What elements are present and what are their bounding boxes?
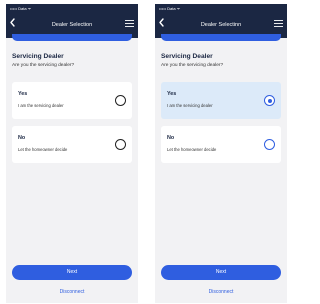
option-description-no: Let the homeowner decide [167, 147, 217, 152]
radio-button-no[interactable] [115, 139, 126, 150]
navigation-bar: ••••• Data ᯤ Dealer Selectinn [155, 4, 287, 38]
navigation-bar: ••••• Data ᯤ Dealer Selection [6, 4, 138, 38]
phone-screen-selected: ••••• Data ᯤ Dealer Selectinn Servicing … [155, 4, 287, 303]
question-text: Are you the servicing dealer? [161, 63, 224, 68]
section-heading: Servicing Dealer [161, 53, 213, 60]
option-title-yes: Yes [167, 91, 177, 97]
option-card-yes[interactable]: Yes I am the servicing dealer [12, 82, 132, 119]
option-title-yes: Yes [18, 91, 28, 97]
disconnect-link[interactable]: Disconnect [155, 289, 287, 296]
page-title: Dealer Selection [51, 22, 93, 28]
radio-button-yes[interactable] [264, 95, 275, 106]
option-card-yes[interactable]: Yes I am the servicing dealer [161, 82, 281, 119]
progress-indicator [12, 34, 132, 41]
option-description-no: Let the homeowner decide [18, 147, 68, 152]
disconnect-link[interactable]: Disconnect [6, 289, 138, 296]
option-card-no[interactable]: No Let the homeowner decide [12, 126, 132, 163]
radio-button-no[interactable] [264, 139, 275, 150]
option-title-no: No [18, 135, 26, 141]
page-title: Dealer Selectinn [200, 22, 242, 28]
status-bar-text: ••••• Data ᯤ [159, 6, 181, 11]
radio-button-yes[interactable] [115, 95, 126, 106]
section-heading: Servicing Dealer [12, 53, 64, 60]
progress-indicator [161, 34, 281, 41]
option-card-no[interactable]: No Let the homeowner decide [161, 126, 281, 163]
option-description-yes: I am the servicing dealer [167, 103, 213, 108]
question-text: Are you the servicing dealer? [12, 63, 75, 68]
next-button[interactable]: Next [12, 265, 132, 280]
hamburger-menu-icon[interactable] [274, 20, 283, 27]
hamburger-menu-icon[interactable] [125, 20, 134, 27]
next-button[interactable]: Next [161, 265, 281, 280]
phone-screen-unselected: ••••• Data ᯤ Dealer Selection Servicing … [6, 4, 138, 303]
option-description-yes: I am the servicing dealer [18, 103, 64, 108]
status-bar-text: ••••• Data ᯤ [10, 6, 32, 11]
option-title-no: No [167, 135, 175, 141]
